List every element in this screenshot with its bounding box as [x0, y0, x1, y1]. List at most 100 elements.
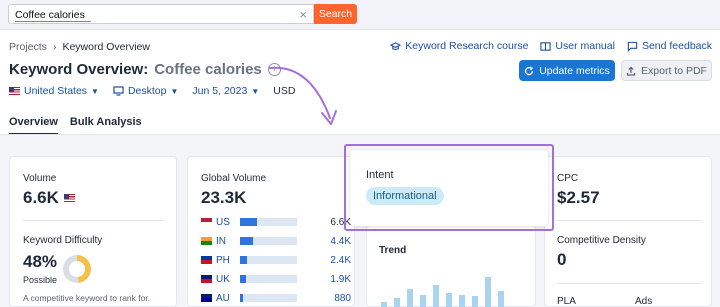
search-underline	[15, 21, 91, 22]
export-pdf-button[interactable]: Export to PDF	[621, 60, 712, 81]
country-volume-value[interactable]: 880	[334, 293, 351, 304]
density-label: Competitive Density	[557, 235, 646, 246]
trend-bar	[446, 293, 452, 307]
country-volume-bar-fill	[240, 275, 246, 283]
refresh-icon	[525, 65, 534, 75]
divider	[557, 220, 701, 221]
page-title: Keyword Overview: Coffee calories +	[9, 61, 281, 78]
us-flag-icon	[201, 218, 212, 226]
update-metrics-button[interactable]: Update metrics	[519, 60, 615, 81]
search-field[interactable]: ×	[8, 4, 314, 24]
difficulty-sub: Possible	[23, 275, 58, 285]
country-volume-bar-fill	[240, 294, 243, 302]
us-flag-icon	[9, 87, 20, 95]
difficulty-description: A competitive keyword to rank for.	[23, 293, 151, 303]
country-row: UK 1.9K	[201, 272, 351, 286]
search-bar: × Search	[0, 0, 720, 30]
clear-icon[interactable]: ×	[299, 7, 307, 22]
country-row: AU 880	[201, 291, 351, 305]
top-links: Keyword Research course User manual Send…	[390, 40, 712, 52]
us-flag-icon	[63, 194, 75, 202]
country-code[interactable]: UK	[216, 274, 238, 285]
country-volume-value[interactable]: 1.9K	[330, 274, 351, 285]
country-volume-bar	[240, 256, 297, 264]
trend-chart	[379, 266, 525, 307]
trend-bar	[420, 295, 426, 307]
country-volume-bar	[240, 294, 297, 302]
user-manual-label: User manual	[555, 40, 615, 52]
difficulty-value: 48%	[23, 252, 58, 271]
intent-badge: Informational	[366, 187, 444, 205]
volume-card: Volume 6.6K Keyword Difficulty 48% Possi…	[9, 156, 177, 307]
user-manual-link[interactable]: User manual	[540, 40, 615, 52]
trend-bar	[498, 291, 504, 307]
trend-bar	[407, 289, 413, 307]
difficulty-donut	[63, 255, 91, 283]
trend-bar	[472, 296, 478, 307]
search-button[interactable]: Search	[314, 4, 357, 24]
annotation-arrow-icon	[269, 66, 337, 125]
keyword-course-link[interactable]: Keyword Research course	[390, 40, 528, 52]
trend-bar	[433, 284, 439, 307]
volume-value: 6.6K	[23, 188, 59, 207]
desktop-icon	[113, 86, 124, 96]
country-row: IN 4.4K	[201, 234, 351, 248]
country-volume-value[interactable]: 2.4K	[330, 255, 351, 266]
tab-bulk-analysis[interactable]: Bulk Analysis	[70, 116, 142, 135]
volume-label: Volume	[23, 173, 57, 184]
country-code[interactable]: PH	[216, 255, 238, 266]
ph-flag-icon	[201, 256, 212, 264]
ads-label: Ads	[635, 296, 653, 307]
tab-bar: Overview Bulk Analysis	[9, 116, 142, 135]
cpc-value: $2.57	[557, 188, 600, 207]
country-volume-bar	[240, 275, 297, 283]
pla-label: PLA	[557, 296, 576, 307]
country-volume-value[interactable]: 4.4K	[330, 236, 351, 247]
device-select[interactable]: Desktop ▼	[113, 85, 178, 97]
in-flag-icon	[201, 237, 212, 245]
upload-icon	[626, 65, 636, 76]
cpc-label: CPC	[557, 173, 579, 184]
send-feedback-link[interactable]: Send feedback	[627, 40, 712, 52]
country-volume-bar-fill	[240, 256, 247, 264]
trend-card: Trend	[366, 225, 536, 307]
breadcrumb-current: Keyword Overview	[62, 41, 150, 53]
intent-card: Intent Informational	[350, 150, 548, 226]
chevron-right-icon: ›	[52, 41, 57, 53]
trend-label: Trend	[379, 245, 407, 256]
country-volume-bar	[240, 237, 297, 245]
cpc-card: CPC $2.57 Competitive Density 0 PLA Ads	[544, 156, 712, 307]
country-row: US 6.6K	[201, 215, 351, 229]
country-volume-bar	[240, 218, 297, 226]
graduation-cap-icon	[390, 41, 402, 50]
title-main: Keyword Overview:	[9, 61, 149, 78]
global-volume-card: Global Volume 23.3K US 6.6K IN 4.4K PH 2.4K UK…	[187, 156, 355, 307]
global-volume-value: 23.3K	[201, 188, 247, 207]
intent-label: Intent	[366, 169, 394, 181]
trend-bar	[485, 276, 491, 307]
breadcrumb: Projects › Keyword Overview	[9, 41, 150, 53]
country-code[interactable]: US	[216, 217, 238, 228]
uk-flag-icon	[201, 275, 212, 283]
update-metrics-label: Update metrics	[539, 64, 610, 77]
breadcrumb-root[interactable]: Projects	[9, 41, 47, 53]
divider	[557, 283, 701, 284]
country-code[interactable]: IN	[216, 236, 238, 247]
trend-bar	[459, 295, 465, 307]
country-code[interactable]: AU	[216, 293, 238, 304]
book-icon	[540, 41, 552, 51]
tab-overview[interactable]: Overview	[9, 116, 58, 135]
country-volume-bar-fill	[240, 218, 258, 226]
device-label: Desktop	[127, 85, 167, 97]
country-select[interactable]: United States ▼	[9, 85, 99, 97]
export-pdf-label: Export to PDF	[641, 64, 707, 77]
trend-bar	[394, 297, 400, 307]
chevron-down-icon: ▼	[170, 86, 179, 96]
comment-icon	[627, 41, 638, 52]
density-value: 0	[557, 250, 567, 269]
search-input[interactable]	[15, 7, 285, 22]
send-feedback-label: Send feedback	[641, 40, 712, 52]
au-flag-icon	[201, 294, 212, 302]
country-volume-bar-fill	[240, 237, 253, 245]
global-volume-label: Global Volume	[201, 173, 267, 184]
